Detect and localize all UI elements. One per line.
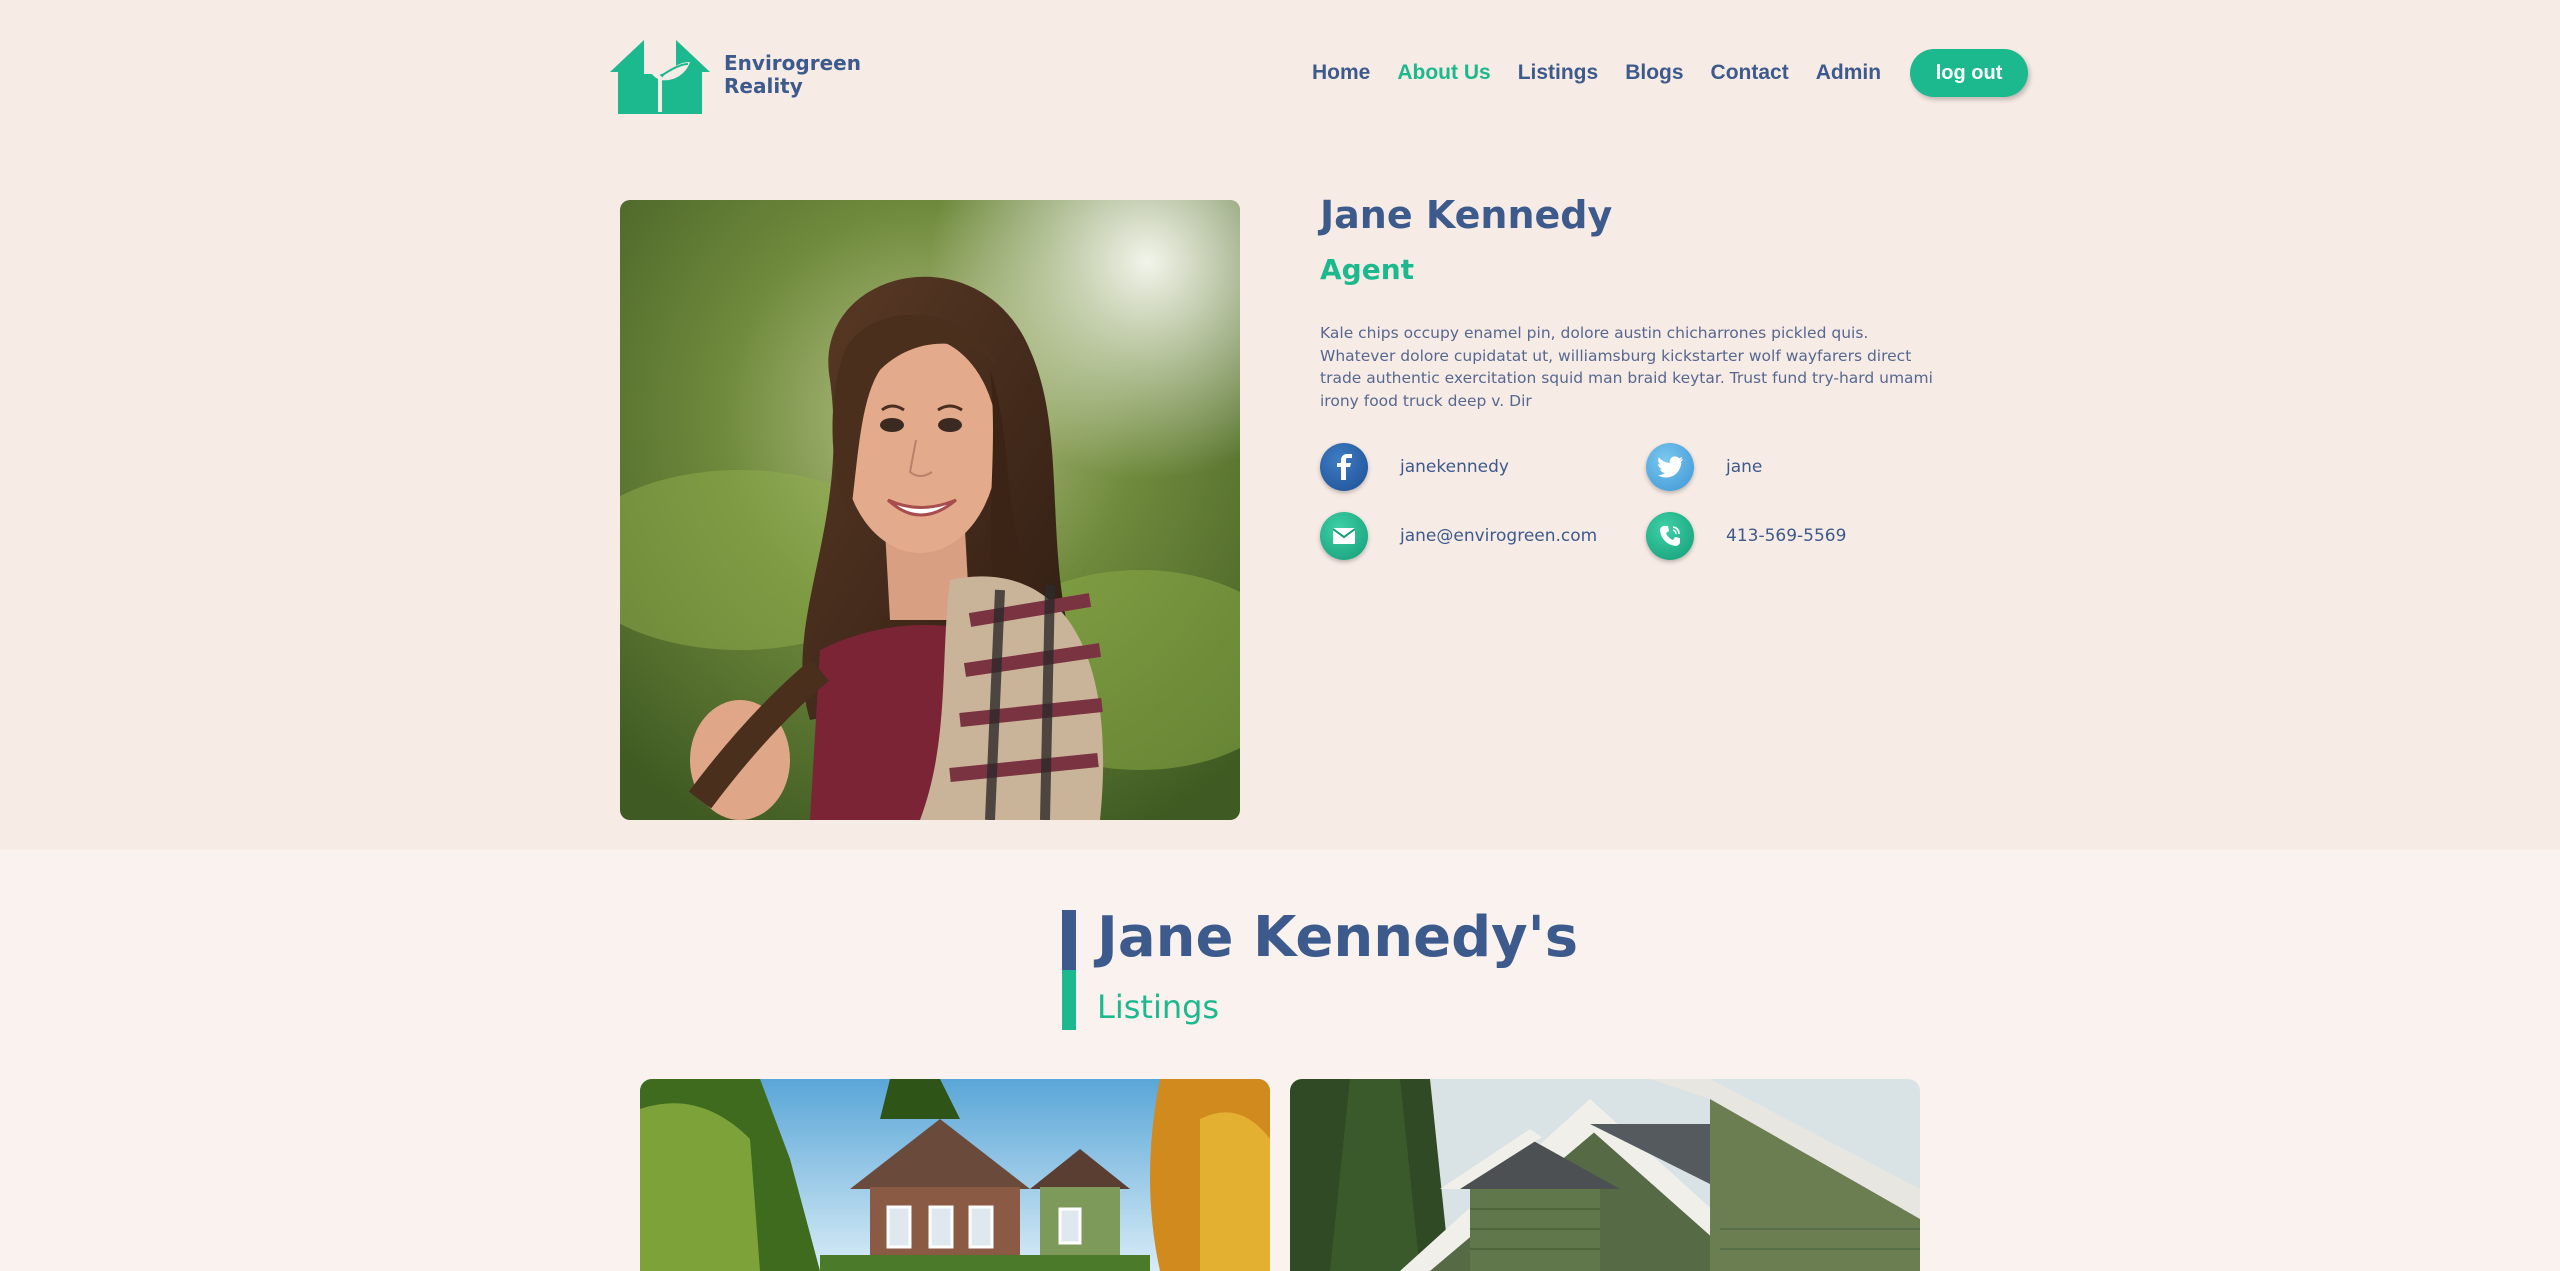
listing-card[interactable] [1290, 1079, 1920, 1271]
facebook-icon [1320, 443, 1368, 491]
nav-listings[interactable]: Listings [1518, 61, 1599, 85]
section-accent-bar-green [1062, 970, 1076, 1030]
nav-about-us[interactable]: About Us [1397, 61, 1490, 85]
phone-number: 413-569-5569 [1726, 526, 1847, 546]
main-nav: Home About Us Listings Blogs Contact Adm… [1312, 48, 2029, 98]
phone-icon [1646, 512, 1694, 560]
agent-bio: Kale chips occupy enamel pin, dolore aus… [1320, 324, 1933, 410]
listing-photo [1290, 1079, 1920, 1271]
twitter-handle: jane [1726, 457, 1763, 477]
mail-icon [1320, 512, 1368, 560]
brand-name-line1: Envirogreen [724, 51, 861, 75]
house-leaf-logo-icon [610, 40, 710, 114]
nav-blogs[interactable]: Blogs [1625, 61, 1683, 85]
agent-name: Jane Kennedy [1320, 193, 1613, 237]
nav-admin[interactable]: Admin [1816, 61, 1881, 85]
phone-contact[interactable]: 413-569-5569 [1646, 512, 1846, 560]
twitter-contact[interactable]: jane [1646, 443, 1762, 491]
profile-background [0, 0, 2560, 850]
facebook-contact[interactable]: janekennedy [1320, 443, 1509, 491]
listing-card[interactable] [640, 1079, 1270, 1271]
agent-photo [620, 200, 1240, 820]
nav-home[interactable]: Home [1312, 61, 1370, 85]
brand-logo[interactable]: Envirogreen Reality [610, 36, 861, 114]
facebook-handle: janekennedy [1400, 457, 1509, 477]
email-address: jane@envirogreen.com [1400, 526, 1598, 546]
agent-role: Agent [1320, 253, 1415, 286]
email-contact[interactable]: jane@envirogreen.com [1320, 512, 1597, 560]
section-accent-bar-blue [1062, 910, 1076, 970]
brand-name-line2: Reality [724, 74, 803, 98]
listing-photo [640, 1079, 1270, 1271]
twitter-icon [1646, 443, 1694, 491]
listings-section-title: Jane Kennedy's [1097, 905, 1579, 970]
listings-section-subtitle: Listings [1097, 988, 1220, 1026]
logout-button[interactable]: log out [1910, 49, 2029, 97]
nav-contact[interactable]: Contact [1711, 61, 1789, 85]
